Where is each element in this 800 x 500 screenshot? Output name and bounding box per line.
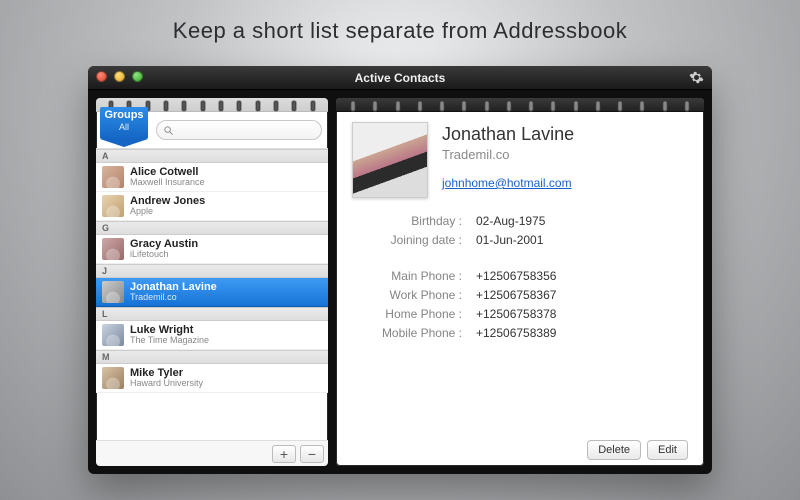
list-item[interactable]: Gracy Austin iLifetouch	[96, 235, 328, 264]
gear-icon	[689, 70, 704, 85]
detail-company: Trademil.co	[442, 147, 688, 162]
contacts-panel: Groups All A Alice Cotwell Maxwell Insur…	[96, 98, 328, 466]
field-value: +12506758367	[476, 288, 688, 302]
avatar	[102, 195, 124, 217]
list-item[interactable]: Luke Wright The Time Magazine	[96, 321, 328, 350]
zoom-window-button[interactable]	[132, 71, 143, 82]
section-header: G	[96, 221, 328, 235]
groups-label: Groups	[100, 109, 148, 121]
detail-header: Jonathan Lavine Trademil.co johnhome@hot…	[352, 122, 688, 198]
notebook-rings-right	[336, 98, 704, 112]
search-input[interactable]	[177, 125, 315, 136]
contact-company: Maxwell Insurance	[130, 178, 205, 188]
delete-button[interactable]: Delete	[587, 440, 641, 460]
detail-content: Jonathan Lavine Trademil.co johnhome@hot…	[336, 112, 704, 466]
contact-company: Apple	[130, 207, 205, 217]
minimize-window-button[interactable]	[114, 71, 125, 82]
field-label: Birthday :	[352, 214, 462, 228]
field-value: +12506758356	[476, 269, 688, 283]
field-label: Home Phone :	[352, 307, 462, 321]
promo-tagline: Keep a short list separate from Addressb…	[0, 0, 800, 44]
detail-email-link[interactable]: johnhome@hotmail.com	[442, 176, 572, 190]
section-header: M	[96, 350, 328, 364]
app-window: Active Contacts Groups All	[88, 66, 712, 474]
detail-fields: Birthday : 02-Aug-1975 Joining date : 01…	[352, 214, 688, 340]
field-label: Mobile Phone :	[352, 326, 462, 340]
avatar	[102, 238, 124, 260]
list-item[interactable]: Mike Tyler Haward University	[96, 364, 328, 393]
window-body: Groups All A Alice Cotwell Maxwell Insur…	[88, 90, 712, 474]
search-icon	[163, 125, 174, 136]
field-value: 01-Jun-2001	[476, 233, 688, 247]
add-contact-button[interactable]: +	[272, 445, 296, 463]
groups-current: All	[100, 121, 148, 133]
detail-footer: Delete Edit	[352, 432, 688, 460]
avatar	[102, 166, 124, 188]
list-item[interactable]: Alice Cotwell Maxwell Insurance	[96, 163, 328, 192]
window-title: Active Contacts	[355, 71, 446, 85]
field-value: +12506758389	[476, 326, 688, 340]
close-window-button[interactable]	[96, 71, 107, 82]
list-item[interactable]: Jonathan Lavine Trademil.co	[96, 278, 328, 307]
contact-company: Haward University	[130, 379, 203, 389]
section-header: A	[96, 149, 328, 163]
section-header: J	[96, 264, 328, 278]
contact-company: The Time Magazine	[130, 336, 209, 346]
contacts-header: Groups All	[96, 112, 328, 148]
settings-button[interactable]	[689, 70, 704, 85]
section-header: L	[96, 307, 328, 321]
detail-name: Jonathan Lavine	[442, 124, 688, 145]
groups-selector[interactable]: Groups All	[96, 107, 150, 149]
titlebar: Active Contacts	[88, 66, 712, 90]
contact-company: Trademil.co	[130, 293, 217, 303]
contact-company: iLifetouch	[130, 250, 198, 260]
contact-photo	[352, 122, 428, 198]
avatar	[102, 281, 124, 303]
contacts-footer: + −	[96, 440, 328, 466]
field-label: Work Phone :	[352, 288, 462, 302]
avatar	[102, 324, 124, 346]
contacts-list: A Alice Cotwell Maxwell Insurance Andrew…	[96, 148, 328, 440]
avatar	[102, 367, 124, 389]
window-controls	[96, 71, 143, 82]
remove-contact-button[interactable]: −	[300, 445, 324, 463]
field-value: 02-Aug-1975	[476, 214, 688, 228]
edit-button[interactable]: Edit	[647, 440, 688, 460]
field-value: +12506758378	[476, 307, 688, 321]
field-label: Joining date :	[352, 233, 462, 247]
field-label: Main Phone :	[352, 269, 462, 283]
detail-panel: Jonathan Lavine Trademil.co johnhome@hot…	[336, 98, 704, 466]
search-field[interactable]	[156, 120, 322, 140]
list-item[interactable]: Andrew Jones Apple	[96, 192, 328, 221]
